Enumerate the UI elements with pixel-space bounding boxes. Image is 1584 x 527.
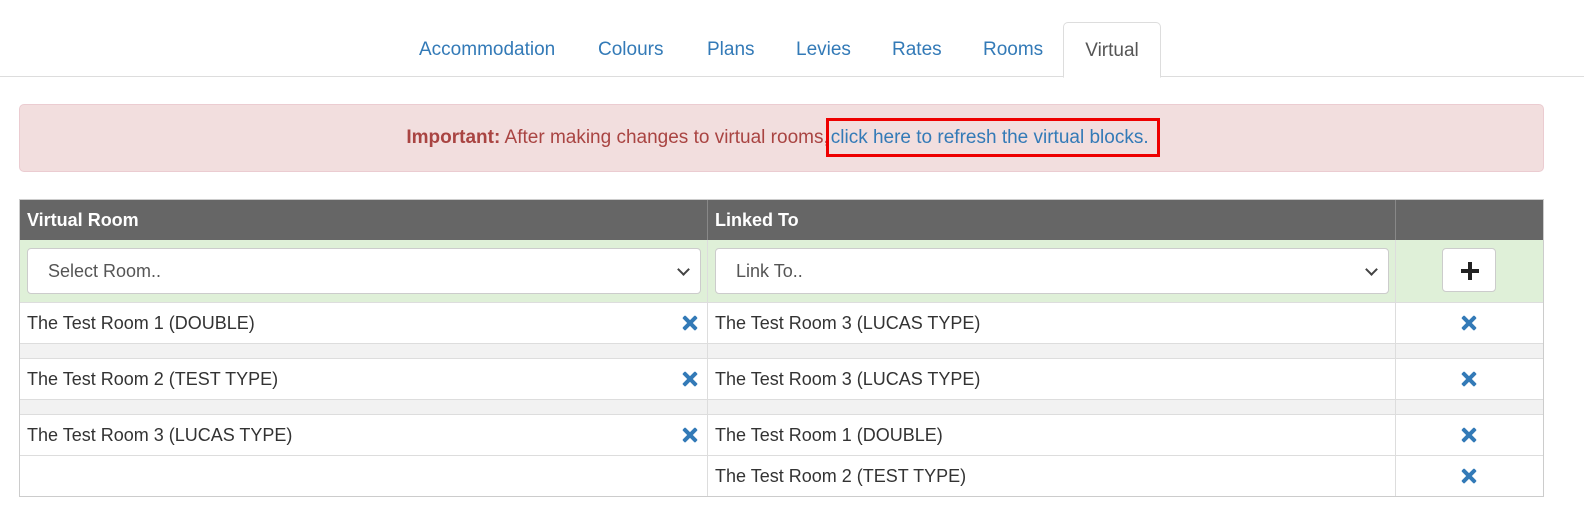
- alert-strong-label: Important:: [406, 127, 501, 148]
- table-row: The Test Room 2 (TEST TYPE): [20, 455, 1543, 496]
- header-linked-to: Linked To: [708, 200, 1396, 240]
- linked-to-cell: The Test Room 1 (DOUBLE): [708, 415, 1396, 455]
- close-icon[interactable]: [1461, 468, 1477, 484]
- close-icon[interactable]: [1461, 427, 1477, 443]
- linked-to-cell: The Test Room 2 (TEST TYPE): [708, 456, 1396, 496]
- virtual-room-cell: The Test Room 2 (TEST TYPE): [20, 359, 708, 399]
- new-link-cell: Link To..: [708, 240, 1396, 302]
- spacer-cell: [1396, 344, 1543, 358]
- tab-bar: Accommodation Colours Plans Levies Rates…: [0, 0, 1584, 78]
- action-cell: [1396, 415, 1543, 455]
- important-alert: Important: After making changes to virtu…: [19, 104, 1544, 172]
- link-to-value: Link To..: [736, 261, 803, 281]
- spacer-cell: [20, 400, 708, 414]
- virtual-rooms-table: Virtual Room Linked To Select Room.. Lin…: [19, 199, 1544, 497]
- select-room-dropdown[interactable]: Select Room..: [27, 248, 701, 294]
- table-row: The Test Room 1 (DOUBLE) The Test Room 3…: [20, 302, 1543, 343]
- new-room-cell: Select Room..: [20, 240, 708, 302]
- select-room-value: Select Room..: [48, 261, 162, 281]
- spacer-cell: [1396, 400, 1543, 414]
- close-icon[interactable]: [1461, 315, 1477, 331]
- virtual-room-name: The Test Room 1 (DOUBLE): [27, 313, 255, 333]
- close-icon[interactable]: [682, 371, 698, 387]
- virtual-room-cell: The Test Room 3 (LUCAS TYPE): [20, 415, 708, 455]
- group-spacer: [20, 399, 1543, 414]
- tab-virtual[interactable]: Virtual: [1063, 22, 1161, 78]
- new-action-cell: [1396, 240, 1543, 302]
- virtual-room-name: The Test Room 3 (LUCAS TYPE): [27, 425, 293, 445]
- virtual-room-cell-empty: [20, 456, 708, 496]
- linked-room-name: The Test Room 2 (TEST TYPE): [715, 466, 967, 486]
- tab-levies[interactable]: Levies: [774, 22, 873, 77]
- close-icon[interactable]: [682, 427, 698, 443]
- new-link-row: Select Room.. Link To..: [20, 240, 1543, 302]
- linked-room-name: The Test Room 3 (LUCAS TYPE): [715, 313, 981, 333]
- linked-room-name: The Test Room 1 (DOUBLE): [715, 425, 943, 445]
- linked-room-name: The Test Room 3 (LUCAS TYPE): [715, 369, 981, 389]
- tab-rooms[interactable]: Rooms: [961, 22, 1065, 77]
- refresh-virtual-blocks-link[interactable]: click here to refresh the virtual blocks…: [825, 118, 1160, 157]
- action-cell: [1396, 359, 1543, 399]
- plus-icon-vertical: [1468, 262, 1472, 280]
- header-actions: [1396, 200, 1543, 240]
- linked-to-cell: The Test Room 3 (LUCAS TYPE): [708, 303, 1396, 343]
- tab-colours[interactable]: Colours: [576, 22, 685, 77]
- header-virtual-room: Virtual Room: [20, 200, 708, 240]
- table-row: The Test Room 2 (TEST TYPE) The Test Roo…: [20, 358, 1543, 399]
- close-icon[interactable]: [682, 315, 698, 331]
- table-row: The Test Room 3 (LUCAS TYPE) The Test Ro…: [20, 414, 1543, 455]
- virtual-room-cell: The Test Room 1 (DOUBLE): [20, 303, 708, 343]
- group-spacer: [20, 343, 1543, 358]
- alert-message: After making changes to virtual rooms,: [500, 127, 829, 148]
- chevron-down-icon: [677, 263, 690, 276]
- spacer-cell: [20, 344, 708, 358]
- link-to-dropdown[interactable]: Link To..: [715, 248, 1389, 294]
- chevron-down-icon: [1365, 263, 1378, 276]
- tab-rates[interactable]: Rates: [870, 22, 964, 77]
- tab-accommodation[interactable]: Accommodation: [397, 22, 577, 77]
- add-link-button[interactable]: [1442, 248, 1496, 292]
- virtual-room-name: The Test Room 2 (TEST TYPE): [27, 369, 279, 389]
- spacer-cell: [708, 344, 1396, 358]
- action-cell: [1396, 303, 1543, 343]
- linked-to-cell: The Test Room 3 (LUCAS TYPE): [708, 359, 1396, 399]
- table-header-row: Virtual Room Linked To: [20, 200, 1543, 240]
- spacer-cell: [708, 400, 1396, 414]
- close-icon[interactable]: [1461, 371, 1477, 387]
- tab-plans[interactable]: Plans: [685, 22, 777, 77]
- action-cell: [1396, 456, 1543, 496]
